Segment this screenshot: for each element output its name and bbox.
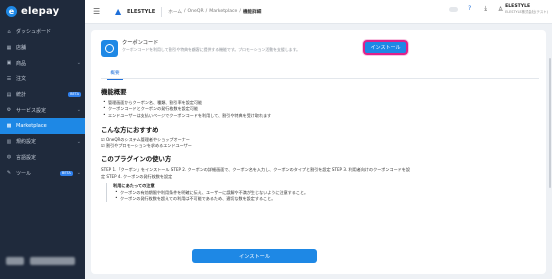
- plugin-description: クーポンコードを利用して割引や特典を顧客に提供する機能です。プロモーション活動を…: [122, 47, 300, 52]
- sidebar-item-7[interactable]: ▥ 規約設定 ⌄: [0, 134, 85, 150]
- recommend-list: ☑ OneQRのシステム管理者やショップオーナー ☑ 割引やプロモーションを求め…: [101, 137, 531, 150]
- sidebar-item-5[interactable]: ⚙ サービス設定 ⌄: [0, 102, 85, 118]
- menu-toggle-icon[interactable]: ☰: [93, 7, 103, 16]
- sidebar-item-6[interactable]: ▩ Marketplace: [0, 118, 85, 134]
- sidebar-item-label: 店舗: [16, 45, 27, 52]
- sidebar-item-label: 商品: [16, 60, 27, 67]
- list-item: エンドユーザーは支払いページでクーポンコードを利用して、割引や特典を受け取れます: [101, 113, 531, 120]
- logo-text: elepay: [21, 5, 60, 17]
- sidebar-item-8[interactable]: ◍ 言語設定: [0, 150, 85, 166]
- overview-heading: 機能概要: [101, 88, 127, 96]
- tools-icon: ✎: [6, 170, 12, 177]
- topbar: ☰ ▲ ELESTYLE ホーム / OneQR / Marketplace /…: [85, 0, 552, 24]
- list-item: クーポンの発行枚数を超えての利用は不可能であるため、適切な数を設定すること。: [113, 196, 531, 203]
- sidebar-item-label: 統計: [16, 92, 27, 99]
- sidebar-item-4[interactable]: ▤ 統計 BETA: [0, 87, 85, 103]
- chevron-down-icon: ⌄: [76, 138, 81, 145]
- beta-badge: BETA: [59, 170, 73, 176]
- help-icon[interactable]: ?: [466, 5, 474, 13]
- store-icon: ▦: [6, 44, 12, 51]
- brand-logo-icon: ▲: [115, 6, 122, 16]
- beta-badge: BETA: [68, 92, 81, 98]
- breadcrumb-marketplace[interactable]: Marketplace: [209, 9, 237, 15]
- brand-name: ELESTYLE: [127, 8, 156, 15]
- logo[interactable]: e elepay: [0, 0, 85, 24]
- sidebar-nav: ⌂ ダッシュボード ▦ 店舗 ▣ 商品 ⌄ ☰ 注文 ▤ 統計 BETA ⚙ サービス設定 ⌄ ▩ Market…: [0, 24, 85, 181]
- recommend-heading: こんな方におすすめ: [101, 125, 159, 134]
- elepay-logo-icon: e: [6, 5, 17, 17]
- sidebar-item-label: ダッシュボード: [16, 29, 52, 36]
- sidebar-item-label: 規約設定: [16, 139, 37, 146]
- sidebar-item-3[interactable]: ☰ 注文: [0, 71, 85, 87]
- home-icon: ⌂: [7, 28, 11, 35]
- notes-list: クーポンの有効期限や利用条件を明確に伝え、ユーザーに誤解や不満が生じないように注…: [113, 190, 531, 203]
- sidebar-item-0[interactable]: ⌂ ダッシュボード: [0, 24, 85, 40]
- user-icon: ♙: [497, 5, 504, 13]
- chevron-down-icon: ⌄: [76, 170, 81, 177]
- chevron-down-icon: ⌄: [76, 107, 81, 114]
- plugin-title: クーポンコード: [122, 40, 159, 46]
- breadcrumb-current: 機能詳細: [242, 9, 262, 15]
- sidebar-item-label: ツール: [16, 170, 32, 177]
- chevron-down-icon: ⌄: [76, 60, 81, 67]
- sidebar-item-1[interactable]: ▦ 店舗: [0, 40, 85, 56]
- sidebar-item-label: サービス設定: [16, 107, 47, 114]
- download-icon[interactable]: ⤓: [482, 5, 490, 13]
- sidebar-item-label: 言語設定: [16, 154, 37, 161]
- breadcrumb-home[interactable]: ホーム: [168, 9, 182, 15]
- usage-steps: STEP 1.「クーポン」をインストール STEP 2. クーポンの詳細画面で、…: [101, 167, 410, 179]
- plugin-detail-card: クーポンコード クーポンコードを利用して割引や特典を顧客に提供する機能です。プロ…: [91, 30, 546, 274]
- product-icon: ▣: [6, 60, 12, 67]
- sidebar-item-label: 注文: [16, 76, 27, 83]
- install-button-bottom[interactable]: インストール: [192, 249, 317, 263]
- language-icon: ◍: [6, 154, 12, 161]
- contract-icon: ▥: [6, 138, 12, 145]
- plugin-content: 機能概要 管理画面からクーポン名、種類、割引率を設定可能 クーポンコードとクーポ…: [101, 87, 531, 202]
- marketplace-icon: ▩: [6, 122, 12, 129]
- sidebar: e elepay ⌂ ダッシュボード ▦ 店舗 ▣ 商品 ⌄ ☰ 注文 ▤ 統計 BETA ⚙ サービス設…: [0, 0, 85, 279]
- install-button-top[interactable]: インストール: [363, 40, 408, 55]
- sidebar-footer-blurred: [6, 257, 75, 265]
- sidebar-item-2[interactable]: ▣ 商品 ⌄: [0, 55, 85, 71]
- order-icon: ☰: [6, 75, 12, 82]
- coupon-icon: [101, 40, 118, 57]
- stats-icon: ▤: [6, 91, 12, 98]
- tab-overview[interactable]: 概要: [107, 70, 123, 80]
- sidebar-item-label: Marketplace: [16, 122, 47, 129]
- scrollbar[interactable]: [549, 58, 551, 188]
- sidebar-item-9[interactable]: ✎ ツール BETA ⌄: [0, 165, 85, 181]
- overview-list: 管理画面からクーポン名、種類、割引率を設定可能 クーポンコードとクーポンの発行枚…: [101, 100, 531, 119]
- user-menu[interactable]: ♙ ELESTYLE ELESTYLE株式会社(テスト): [498, 4, 548, 14]
- notes-box: 利用にあたっての注意 クーポンの有効期限や利用条件を明確に伝え、ユーザーに誤解や…: [106, 183, 531, 202]
- usage-heading: このプラグインの使い方: [101, 155, 172, 164]
- breadcrumb-oneqr[interactable]: OneQR: [188, 9, 204, 15]
- breadcrumb: ホーム / OneQR / Marketplace / 機能詳細: [168, 8, 262, 15]
- topbar-actions: ? ⤓ ♙ ELESTYLE ELESTYLE株式会社(テスト): [448, 4, 548, 14]
- list-item: ☑ 割引やプロモーションを求めるエンドユーザー: [101, 143, 192, 149]
- theme-toggle[interactable]: [448, 6, 458, 12]
- user-org: ELESTYLE株式会社(テスト): [505, 10, 548, 14]
- service-icon: ⚙: [6, 107, 12, 114]
- tab-bar: 概要: [101, 68, 539, 80]
